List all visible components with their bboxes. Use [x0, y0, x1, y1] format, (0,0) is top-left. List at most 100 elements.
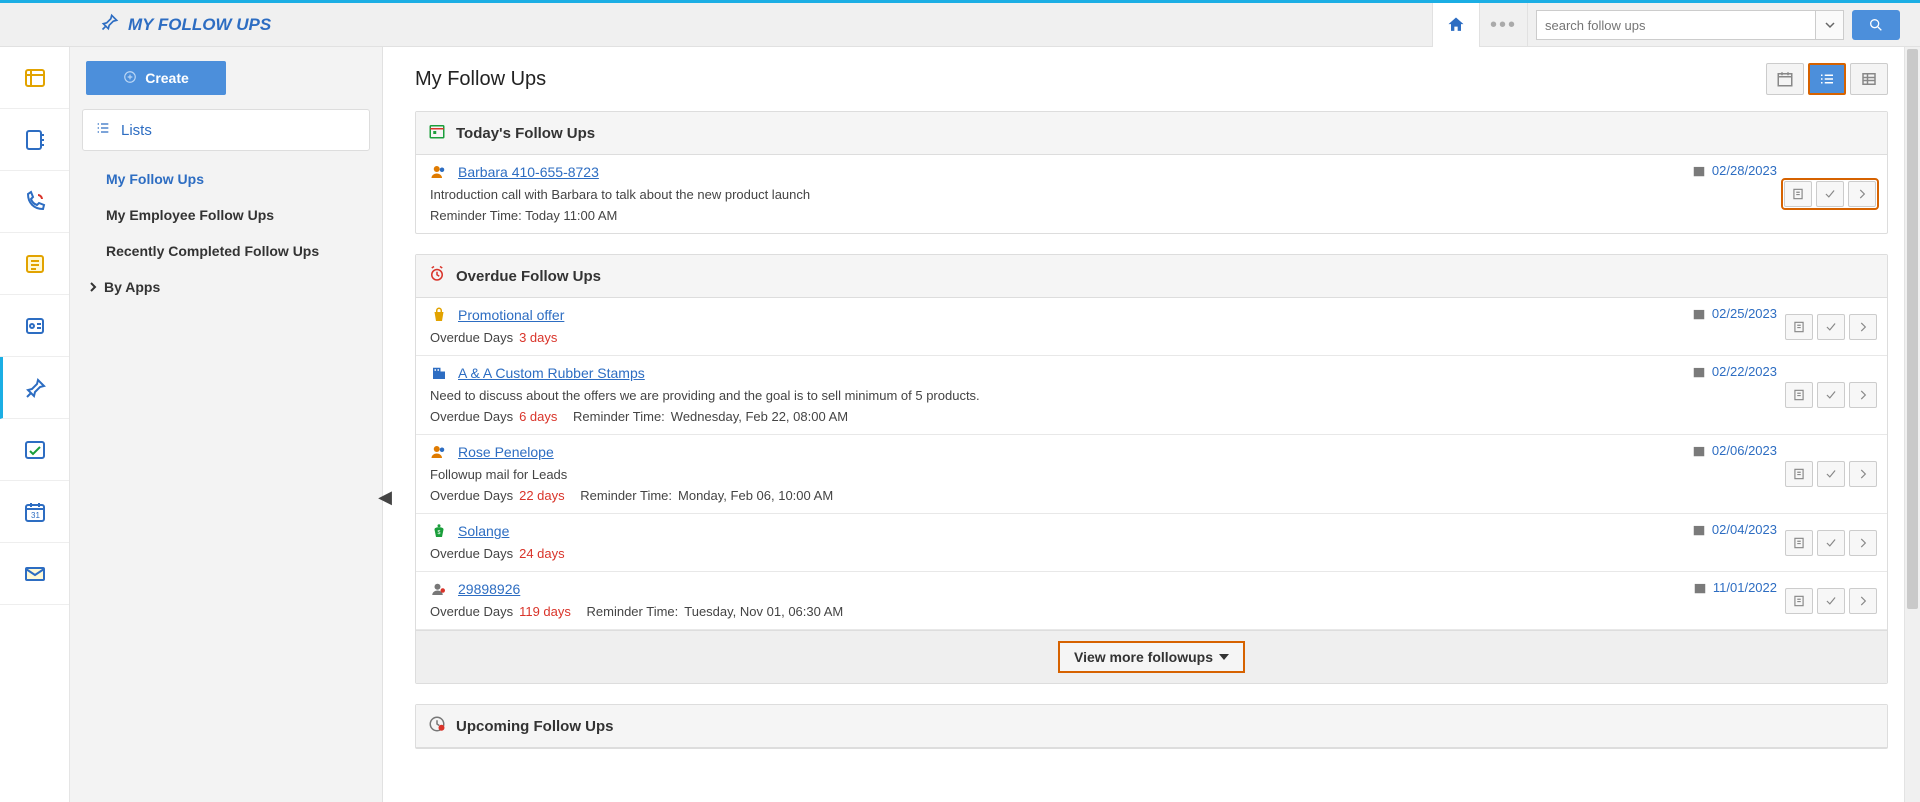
followup-link[interactable]: 29898926: [458, 581, 520, 597]
view-list-button[interactable]: [1808, 63, 1846, 95]
followup-link[interactable]: A & A Custom Rubber Stamps: [458, 365, 645, 381]
row-actions: [1785, 530, 1877, 556]
section-today-title: Today's Follow Ups: [456, 125, 595, 142]
followup-row: A & A Custom Rubber Stamps 02/22/2023 Ne…: [416, 356, 1887, 435]
followup-link[interactable]: Promotional offer: [458, 307, 564, 323]
search-button[interactable]: [1852, 10, 1900, 40]
view-more-button[interactable]: View more followups: [1058, 641, 1245, 673]
page-title: My Follow Ups: [415, 68, 546, 91]
notes-action-button[interactable]: [1785, 588, 1813, 614]
lists-label: Lists: [121, 122, 152, 139]
open-action-button[interactable]: [1849, 382, 1877, 408]
chevron-down-icon: [1219, 654, 1229, 660]
row-actions: [1785, 461, 1877, 487]
rail-item-calls[interactable]: [0, 171, 69, 233]
contact-icon: [430, 443, 448, 461]
promo-icon: [430, 306, 448, 324]
section-upcoming-title: Upcoming Follow Ups: [456, 718, 614, 735]
upcoming-icon: [428, 715, 446, 737]
nav-by-apps[interactable]: By Apps: [78, 269, 374, 305]
followup-link[interactable]: Rose Penelope: [458, 444, 554, 460]
reminder-label: Reminder Time:: [573, 409, 665, 424]
reminder-value: Wednesday, Feb 22, 08:00 AM: [671, 409, 848, 424]
section-overdue-title: Overdue Follow Ups: [456, 268, 601, 285]
overdue-days: 24 days: [519, 546, 565, 561]
complete-action-button[interactable]: [1816, 181, 1844, 207]
open-action-button[interactable]: [1849, 588, 1877, 614]
money-icon: $: [430, 522, 448, 540]
reminder-label: Reminder Time:: [580, 488, 672, 503]
complete-action-button[interactable]: [1817, 588, 1845, 614]
followup-date[interactable]: 02/28/2023: [1692, 163, 1777, 178]
followup-date[interactable]: 02/06/2023: [1692, 443, 1777, 458]
complete-action-button[interactable]: [1817, 461, 1845, 487]
rail-item-tasks[interactable]: [0, 419, 69, 481]
open-action-button[interactable]: [1848, 181, 1876, 207]
rail-item-contacts[interactable]: [0, 109, 69, 171]
notes-action-button[interactable]: [1785, 314, 1813, 340]
section-today: Today's Follow Ups Barbara 410-655-8723 …: [415, 111, 1888, 234]
calendar-today-icon: [428, 122, 446, 144]
contact-icon: [430, 163, 448, 181]
by-apps-label: By Apps: [104, 279, 160, 295]
followup-date[interactable]: 02/25/2023: [1692, 306, 1777, 321]
list-icon: [95, 120, 111, 140]
home-button[interactable]: [1432, 3, 1480, 47]
view-more-bar: View more followups: [416, 630, 1887, 683]
complete-action-button[interactable]: [1817, 382, 1845, 408]
open-action-button[interactable]: [1849, 530, 1877, 556]
overdue-label: Overdue Days: [430, 546, 513, 561]
followup-desc: Introduction call with Barbara to talk a…: [430, 187, 1873, 202]
row-actions: [1785, 314, 1877, 340]
search-dropdown-button[interactable]: [1816, 10, 1844, 40]
overdue-label: Overdue Days: [430, 330, 513, 345]
rail-item-mail[interactable]: [0, 543, 69, 605]
nav-lists[interactable]: Lists: [82, 109, 370, 151]
chevron-right-icon: [88, 279, 98, 295]
nav-link-employee-followups[interactable]: My Employee Follow Ups: [102, 197, 374, 233]
view-more-label: View more followups: [1074, 649, 1213, 665]
rail-item-calendar[interactable]: 31: [0, 481, 69, 543]
followup-date[interactable]: 02/22/2023: [1692, 364, 1777, 379]
scrollbar[interactable]: [1904, 47, 1920, 802]
notes-action-button[interactable]: [1784, 181, 1812, 207]
rail-item-dashboard[interactable]: [0, 47, 69, 109]
followup-link[interactable]: Barbara 410-655-8723: [458, 164, 599, 180]
followup-row: 29898926 11/01/2022 Overdue Days 119 day…: [416, 572, 1887, 630]
followup-row: Promotional offer 02/25/2023 Overdue Day…: [416, 298, 1887, 356]
notes-action-button[interactable]: [1785, 530, 1813, 556]
followup-row: Barbara 410-655-8723 02/28/2023 Introduc…: [416, 155, 1887, 233]
nav-link-recent-followups[interactable]: Recently Completed Follow Ups: [102, 233, 374, 269]
overdue-days: 119 days: [519, 604, 571, 619]
header-right: •••: [1432, 3, 1900, 47]
followup-link[interactable]: Solange: [458, 523, 509, 539]
rail-item-accounts[interactable]: [0, 295, 69, 357]
complete-action-button[interactable]: [1817, 530, 1845, 556]
followup-date[interactable]: 02/04/2023: [1692, 522, 1777, 537]
rail-item-followups[interactable]: [0, 357, 69, 419]
alarm-icon: [428, 265, 446, 287]
rail-item-notes[interactable]: [0, 233, 69, 295]
scroll-thumb[interactable]: [1907, 49, 1918, 609]
notes-action-button[interactable]: [1785, 461, 1813, 487]
app-header: MY FOLLOW UPS •••: [0, 3, 1920, 47]
reminder-label: Reminder Time:: [587, 604, 679, 619]
more-menu-button[interactable]: •••: [1480, 3, 1528, 47]
sidebar-collapse-handle[interactable]: ◀: [378, 487, 392, 508]
view-grid-button[interactable]: [1850, 63, 1888, 95]
reminder-value: Monday, Feb 06, 10:00 AM: [678, 488, 833, 503]
complete-action-button[interactable]: [1817, 314, 1845, 340]
sidebar: Create Lists My Follow Ups My Employee F…: [70, 47, 383, 802]
search-wrap: [1536, 10, 1900, 40]
page-header-title: MY FOLLOW UPS: [128, 15, 271, 35]
search-input[interactable]: [1536, 10, 1816, 40]
open-action-button[interactable]: [1849, 314, 1877, 340]
notes-action-button[interactable]: [1785, 382, 1813, 408]
followup-row: $ Solange 02/04/2023 Overdue Days 24 day…: [416, 514, 1887, 572]
section-upcoming: Upcoming Follow Ups: [415, 704, 1888, 749]
create-button[interactable]: Create: [86, 61, 226, 95]
nav-link-my-followups[interactable]: My Follow Ups: [102, 161, 374, 197]
followup-date[interactable]: 11/01/2022: [1693, 580, 1777, 595]
open-action-button[interactable]: [1849, 461, 1877, 487]
view-calendar-button[interactable]: [1766, 63, 1804, 95]
